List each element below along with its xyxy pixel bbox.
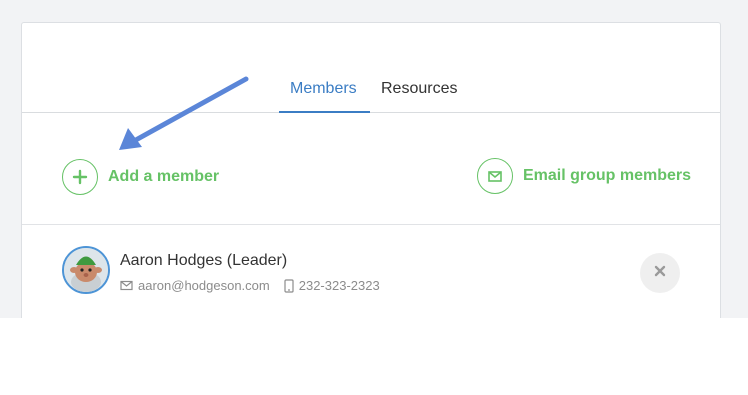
envelope-icon bbox=[477, 158, 513, 194]
group-card: Members Resources Add a member Email gro… bbox=[21, 22, 721, 318]
envelope-icon bbox=[120, 280, 133, 291]
active-tab-indicator bbox=[279, 111, 370, 113]
tab-bar: Members Resources bbox=[22, 23, 720, 113]
email-group-label: Email group members bbox=[523, 167, 692, 184]
plus-icon bbox=[62, 159, 98, 195]
member-phone[interactable]: 232-323-2323 bbox=[299, 278, 380, 293]
close-icon bbox=[654, 264, 666, 282]
member-row: Aaron Hodges (Leader) aaron@hodgeson.com… bbox=[22, 226, 720, 319]
email-group-button[interactable]: Email group members bbox=[477, 158, 691, 194]
avatar[interactable] bbox=[62, 246, 110, 294]
phone-icon bbox=[284, 278, 294, 293]
member-contact: aaron@hodgeson.com 232-323-2323 bbox=[120, 278, 380, 293]
member-email[interactable]: aaron@hodgeson.com bbox=[138, 278, 270, 293]
remove-member-button[interactable] bbox=[640, 253, 680, 293]
member-actions: Add a member Email group members bbox=[22, 114, 720, 225]
tab-members[interactable]: Members bbox=[290, 79, 357, 99]
add-member-button[interactable]: Add a member bbox=[62, 159, 219, 195]
member-name: Aaron Hodges (Leader) bbox=[120, 252, 288, 269]
tab-resources[interactable]: Resources bbox=[381, 79, 457, 99]
add-member-label: Add a member bbox=[108, 168, 220, 185]
